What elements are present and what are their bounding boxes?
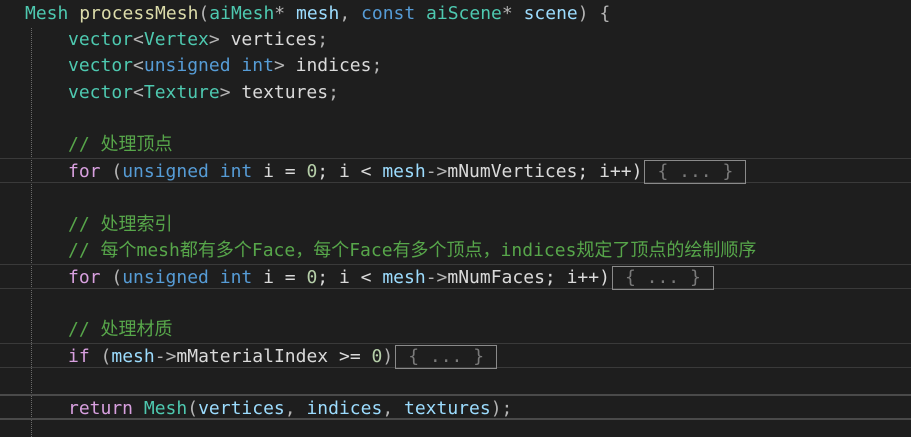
arrow-operator: ->	[425, 161, 448, 182]
paren: (	[89, 346, 112, 367]
type-name: vector	[68, 55, 134, 76]
type-name: vector	[68, 82, 134, 103]
const-keyword: const	[361, 3, 416, 24]
angle-open: <	[133, 55, 144, 76]
keyword: unsigned	[143, 55, 231, 76]
param-type: aiMesh	[209, 3, 275, 24]
keyword: int	[208, 161, 253, 182]
comma: ,	[339, 3, 362, 24]
code-comment[interactable]: // 处理索引	[25, 212, 173, 238]
angle-open: <	[133, 82, 144, 103]
comma: ,	[284, 398, 307, 419]
code-line-for-faces[interactable]: for (unsigned int i = 0; i < mesh->mNumF…	[25, 265, 714, 291]
code-text: i =	[252, 161, 307, 182]
for-keyword: for	[68, 267, 101, 288]
arrow-operator: ->	[425, 267, 448, 288]
keyword: int	[208, 267, 253, 288]
code-line-signature[interactable]: Mesh processMesh(aiMesh* mesh, const aiS…	[25, 1, 610, 27]
number-literal: 0	[306, 267, 318, 288]
type-name: vector	[68, 29, 134, 50]
paren: (	[100, 161, 123, 182]
code-text: i =	[252, 267, 307, 288]
keyword: unsigned	[122, 267, 209, 288]
fold-collapsed-button[interactable]: { ... }	[644, 160, 747, 184]
paren: (	[100, 267, 123, 288]
pointer-star: *	[274, 3, 286, 24]
pointer-star: *	[501, 3, 513, 24]
keyword: int	[230, 55, 274, 76]
number-literal: 0	[306, 161, 318, 182]
param-name: mesh	[111, 346, 155, 367]
member-name: mNumFaces	[447, 267, 545, 288]
member-name: mNumVertices	[447, 161, 578, 182]
number-literal: 0	[371, 346, 383, 367]
code-line-return[interactable]: return Mesh(vertices, indices, textures)…	[25, 396, 512, 422]
brace-open: ) {	[577, 3, 611, 24]
code-text: ; i <	[317, 267, 383, 288]
variable-name: vertices	[219, 29, 318, 50]
angle-close: >	[208, 29, 220, 50]
variable-name: textures	[230, 82, 329, 103]
param-name: mesh	[382, 267, 426, 288]
paren: (	[187, 398, 199, 419]
argument: textures	[404, 398, 491, 419]
code-line-indices-decl[interactable]: vector<unsigned int> indices;	[25, 53, 382, 79]
semicolon: ;	[328, 82, 339, 103]
paren: (	[198, 3, 210, 24]
keyword: unsigned	[122, 161, 209, 182]
function-name: processMesh	[79, 3, 199, 24]
argument: indices	[306, 398, 383, 419]
param-name: mesh	[382, 161, 426, 182]
code-text: ; i++)	[577, 161, 643, 182]
code-line-vertices-decl[interactable]: vector<Vertex> vertices;	[25, 27, 328, 53]
param-name: scene	[512, 3, 578, 24]
code-text: ; i <	[317, 161, 383, 182]
member-name: mMaterialIndex	[176, 346, 329, 367]
code-line-for-vertices[interactable]: for (unsigned int i = 0; i < mesh->mNumV…	[25, 159, 747, 185]
code-comment[interactable]: // 处理顶点	[25, 132, 173, 158]
code-comment[interactable]: // 每个mesh都有多个Face，每个Face有多个顶点，indices规定了…	[25, 238, 756, 264]
code-line-textures-decl[interactable]: vector<Texture> textures;	[25, 80, 339, 106]
for-keyword: for	[68, 161, 101, 182]
paren: )	[382, 346, 394, 367]
semicolon: ;	[317, 29, 329, 50]
fold-collapsed-button[interactable]: { ... }	[611, 266, 714, 290]
angle-close: >	[219, 82, 231, 103]
code-text: >=	[328, 346, 372, 367]
if-keyword: if	[68, 346, 90, 367]
arrow-operator: ->	[154, 346, 177, 367]
fold-collapsed-button[interactable]: { ... }	[395, 345, 498, 369]
return-keyword: return	[68, 398, 134, 419]
return-type: Mesh	[25, 3, 69, 24]
comma: ,	[382, 398, 404, 419]
type-name: Mesh	[133, 398, 188, 419]
code-text: ; i++)	[544, 267, 610, 288]
type-name: Vertex	[143, 29, 209, 50]
code-editor[interactable]: Mesh processMesh(aiMesh* mesh, const aiS…	[0, 0, 911, 437]
semicolon: ;	[371, 55, 383, 76]
type-name: Texture	[143, 82, 220, 103]
angle-open: <	[133, 29, 144, 50]
angle-close: >	[273, 55, 285, 76]
argument: vertices	[198, 398, 285, 419]
paren-semicolon: );	[490, 398, 513, 419]
code-comment[interactable]: // 处理材质	[25, 317, 173, 343]
variable-name: indices	[284, 55, 372, 76]
param-type: aiScene	[415, 3, 502, 24]
param-name: mesh	[285, 3, 340, 24]
code-line-if-material[interactable]: if (mesh->mMaterialIndex >= 0){ ... }	[25, 344, 498, 370]
